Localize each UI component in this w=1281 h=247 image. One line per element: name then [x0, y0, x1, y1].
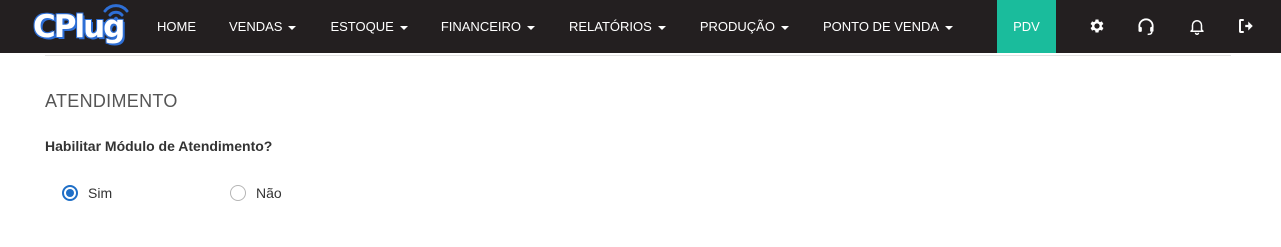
pdv-button[interactable]: PDV [997, 0, 1056, 53]
menu-item-label: FINANCEIRO [440, 19, 521, 34]
menu-item-label: ESTOQUE [330, 19, 394, 34]
caret-down-icon [288, 25, 297, 30]
menu-item-producao[interactable]: PRODUÇÃO [700, 0, 789, 53]
cplug-logo[interactable]: CPlug [0, 0, 148, 53]
headset-icon[interactable] [1135, 15, 1157, 37]
top-navbar: CPlug HOME VENDAS ESTOQUE FINANCEIRO REL… [0, 0, 1281, 53]
caret-down-icon [526, 25, 535, 30]
radio-label: Não [256, 185, 282, 201]
main-menu: HOME VENDAS ESTOQUE FINANCEIRO RELATÓRIO… [148, 0, 954, 53]
radio-label: Sim [88, 185, 113, 201]
menu-item-financeiro[interactable]: FINANCEIRO [441, 0, 535, 53]
radio-option-nao[interactable]: Não [230, 185, 282, 201]
radio-option-sim[interactable]: Sim [62, 185, 112, 201]
menu-item-home[interactable]: HOME [157, 0, 196, 53]
menu-item-label: HOME [157, 19, 196, 34]
menu-item-label: VENDAS [229, 19, 283, 34]
menu-item-label: PONTO DE VENDA [822, 19, 940, 34]
caret-down-icon [945, 25, 954, 30]
gear-icon[interactable] [1086, 15, 1108, 37]
menu-item-estoque[interactable]: ESTOQUE [330, 0, 408, 53]
menu-item-relatorios[interactable]: RELATÓRIOS [569, 0, 666, 53]
caret-down-icon [657, 25, 666, 30]
enable-attendance-question: Habilitar Módulo de Atendimento? [45, 138, 273, 154]
menu-item-label: PRODUÇÃO [699, 19, 775, 34]
caret-down-icon [780, 25, 789, 30]
section-title: ATENDIMENTO [45, 91, 178, 111]
menu-item-ponto-de-venda[interactable]: PONTO DE VENDA [822, 0, 954, 53]
bell-icon[interactable] [1186, 15, 1208, 37]
radio-nao[interactable] [230, 185, 246, 201]
radio-sim[interactable] [62, 185, 78, 201]
logo-text: CPlug [33, 9, 125, 45]
menu-item-label: RELATÓRIOS [568, 19, 652, 34]
caret-down-icon [399, 25, 408, 30]
divider [45, 55, 1231, 56]
menu-item-vendas[interactable]: VENDAS [229, 0, 297, 53]
logout-icon[interactable] [1235, 15, 1257, 37]
